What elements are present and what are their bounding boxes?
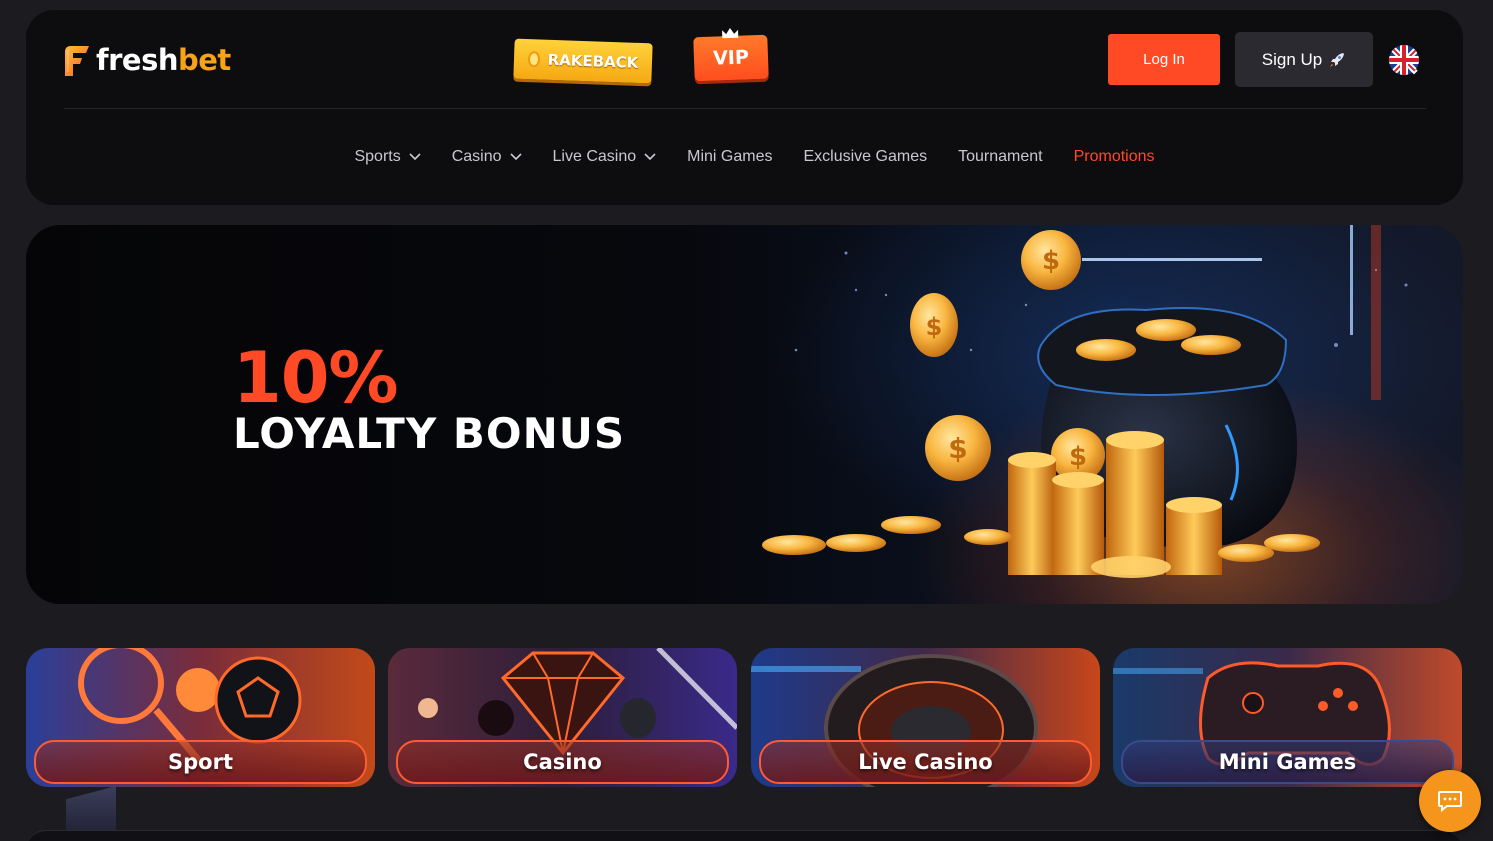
nav-label: Mini Games bbox=[687, 148, 773, 165]
nav-item-tournament[interactable]: Tournament bbox=[958, 148, 1043, 166]
header-divider bbox=[64, 108, 1426, 109]
vip-label: VIP bbox=[712, 46, 750, 70]
nav-item-live-casino[interactable]: Live Casino bbox=[553, 148, 657, 166]
signup-button[interactable]: Sign Up bbox=[1235, 32, 1373, 87]
rakeback-label: RAKEBACK bbox=[547, 50, 639, 72]
logo-mark-icon bbox=[65, 46, 89, 76]
category-label: Mini Games bbox=[1121, 740, 1454, 784]
chevron-down-icon bbox=[509, 153, 522, 161]
uk-flag-icon[interactable] bbox=[1388, 44, 1422, 78]
svg-text:$: $ bbox=[948, 432, 967, 465]
category-label: Sport bbox=[34, 740, 367, 784]
nav-item-mini-games[interactable]: Mini Games bbox=[687, 148, 772, 166]
nav-label: Live Casino bbox=[552, 148, 637, 165]
hero-banner[interactable]: 10% LOYALTY BONUS $ $ $ $ bbox=[26, 225, 1463, 604]
nav-label: Tournament bbox=[958, 148, 1043, 165]
freshbet-logo[interactable]: freshbet bbox=[62, 40, 231, 80]
signup-label: Sign Up bbox=[1261, 49, 1323, 69]
nav-label: Promotions bbox=[1073, 148, 1155, 165]
nav-item-promotions[interactable]: Promotions bbox=[1074, 148, 1155, 166]
category-card-sport[interactable]: Sport bbox=[26, 648, 375, 787]
svg-text:$: $ bbox=[926, 313, 943, 341]
nav-label: Exclusive Games bbox=[803, 148, 928, 165]
category-card-casino[interactable]: Casino bbox=[388, 648, 737, 787]
chevron-down-icon bbox=[409, 153, 421, 161]
live-chat-button[interactable] bbox=[1419, 770, 1481, 832]
coin-pot-illustration: $ $ $ $ bbox=[762, 225, 1408, 578]
vip-badge[interactable]: VIP bbox=[693, 28, 769, 82]
nav-label: Sports bbox=[354, 148, 401, 165]
rocket-icon bbox=[1330, 52, 1345, 67]
crown-icon bbox=[722, 28, 739, 39]
chat-bubble-icon bbox=[1438, 791, 1462, 813]
hero-title: LOYALTY BONUS bbox=[233, 409, 626, 458]
login-button[interactable]: Log In bbox=[1108, 34, 1220, 85]
logo-wordmark: freshbet bbox=[96, 43, 231, 77]
hero-percentage: 10% bbox=[233, 337, 399, 419]
nav-item-sports[interactable]: Sports bbox=[354, 148, 421, 166]
svg-text:$: $ bbox=[1042, 246, 1060, 276]
nav-item-exclusive-games[interactable]: Exclusive Games bbox=[804, 148, 928, 166]
main-nav: Sports Casino Live Casino Mini Games Exc… bbox=[26, 142, 1463, 172]
svg-text:$: $ bbox=[1069, 442, 1087, 472]
category-card-mini-games[interactable]: Mini Games bbox=[1113, 648, 1462, 787]
nav-label: Casino bbox=[451, 148, 502, 165]
nav-item-casino[interactable]: Casino bbox=[452, 148, 522, 166]
chevron-down-icon bbox=[644, 153, 656, 161]
next-section-edge bbox=[26, 830, 1463, 841]
category-card-live-casino[interactable]: Live Casino bbox=[751, 648, 1100, 787]
category-label: Live Casino bbox=[759, 740, 1092, 784]
category-label: Casino bbox=[396, 740, 729, 784]
rakeback-badge[interactable]: RAKEBACK bbox=[513, 38, 653, 84]
side-panel-tab[interactable] bbox=[66, 786, 116, 830]
coin-icon bbox=[527, 51, 540, 68]
site-header: freshbet RAKEBACK VIP Log In Sign Up Spo… bbox=[26, 10, 1463, 205]
